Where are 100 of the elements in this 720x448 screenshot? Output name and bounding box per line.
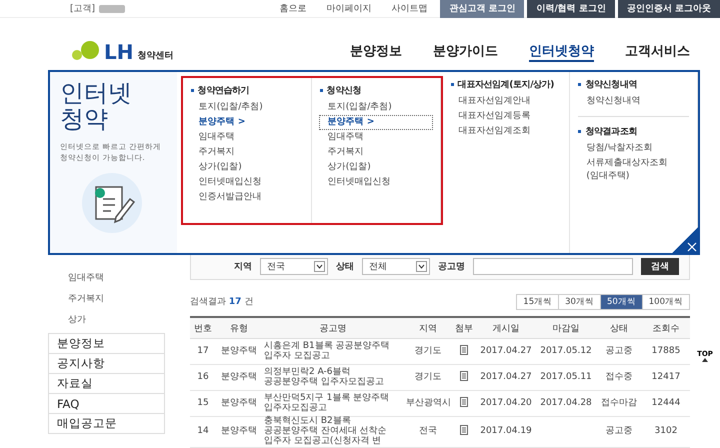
page-size-button[interactable]: 30개씩	[558, 294, 601, 310]
table-cell: 2017.04.19	[476, 416, 536, 448]
menu-item[interactable]: 서류제출대상자조회 (임대주택)	[578, 157, 690, 183]
notice-title-link[interactable]: 의정부민락2 A-6블럭 공공분양주택 입주자모집공고	[262, 364, 404, 391]
column-header: 상태	[596, 316, 642, 339]
nav-item[interactable]: 분양정보	[350, 42, 402, 62]
nav-item[interactable]: 분양가이드	[433, 42, 498, 62]
menu-item[interactable]: 주거복지	[320, 146, 364, 159]
search-button[interactable]: 검색	[641, 258, 679, 276]
sidebar-item[interactable]: 매입공고문	[48, 413, 165, 434]
menu-item[interactable]: 대표자선임계조회	[450, 125, 531, 138]
menu-item[interactable]: 주거복지	[190, 146, 235, 159]
page-size-button[interactable]: 100개씩	[642, 294, 690, 310]
menu-item[interactable]: 토지(입찰/추첨)	[190, 101, 263, 114]
menu-heading: 청약연습하기	[190, 84, 303, 97]
table-cell: 3102	[642, 416, 690, 448]
customer-label: [고객]	[70, 3, 96, 15]
menu-title: 인터넷	[60, 80, 133, 106]
table-cell: 2017.05.12	[536, 338, 596, 365]
column-header: 첨부	[452, 316, 476, 339]
chevron-down-icon	[416, 261, 427, 272]
menu-item[interactable]: 임대주택	[320, 131, 364, 144]
menu-heading: 청약신청내역	[578, 78, 690, 91]
column-header: 공고명	[262, 316, 404, 339]
notice-title-link[interactable]: 시흥은계 B1블록 공공분양주택 입주자 모집공고	[262, 338, 404, 365]
login-button[interactable]: 공인인증서 로그아웃	[618, 0, 720, 18]
nav-item[interactable]: 인터넷청약	[529, 42, 594, 62]
table-cell: 14	[190, 416, 216, 448]
menu-item[interactable]: 인터넷매입신청	[190, 176, 262, 189]
sidebar-item[interactable]: 공지사항	[48, 353, 165, 374]
menu-item[interactable]: 대표자선임계안내	[450, 95, 531, 108]
menu-item[interactable]: 임대주택	[190, 131, 235, 144]
menu-item[interactable]: 대표자선임계등록	[450, 110, 531, 123]
menu-heading: 대표자선임계(토지/상가)	[450, 78, 562, 91]
top-link[interactable]: 마이페이지	[326, 2, 372, 15]
table-cell: 분양주택	[216, 338, 262, 365]
table-cell: 12417	[642, 364, 690, 391]
menu-title: 청약	[60, 106, 109, 133]
menu-item[interactable]: 청약신청내역	[578, 95, 640, 108]
menu-item[interactable]: 분양주택 >	[190, 116, 246, 129]
notice-title-link[interactable]: 부산만덕5지구 1블록 분양주택 입주자모집공고	[262, 390, 404, 417]
logo-text: 청약센터	[137, 50, 174, 62]
page-size-button[interactable]: 50개씩	[600, 294, 643, 310]
top-link[interactable]: 홈으로	[279, 2, 306, 15]
menu-item[interactable]: 토지(입찰/추첨)	[320, 101, 392, 114]
document-icon[interactable]	[460, 396, 468, 407]
table-cell: 2017.04.28	[536, 390, 596, 417]
result-count: 검색결과 17 건	[190, 296, 254, 308]
menu-item[interactable]: 인터넷매입신청	[320, 176, 391, 189]
document-icon[interactable]	[460, 370, 468, 381]
table-cell: 2017.04.27	[476, 364, 536, 391]
sidebar-subitem[interactable]: 상가	[48, 309, 165, 330]
field-label: 상태	[336, 261, 354, 274]
page-size-button[interactable]: 15개씩	[516, 294, 560, 310]
menu-item[interactable]: 당첨/낙찰자조회	[578, 142, 652, 155]
sidebar-item[interactable]: 자료실	[48, 373, 165, 394]
menu-heading: 청약결과조회	[578, 125, 690, 138]
table-cell: 분양주택	[216, 364, 262, 391]
nav-item[interactable]: 고객서비스	[625, 42, 690, 62]
field-label: 공고명	[438, 261, 465, 274]
dropdown[interactable]: 전체	[362, 258, 430, 276]
redacted-name	[99, 4, 126, 12]
up-arrow-icon	[702, 358, 708, 362]
notice-title-link[interactable]: 충북혁신도시 B2블록 공공분양주택 잔여세대 선착순 입주자 모집공고(신청자격 변	[262, 416, 404, 448]
column-header: 조회수	[642, 316, 690, 339]
table-cell: 접수마감	[596, 390, 642, 417]
table-cell: 분양주택	[216, 416, 262, 448]
top-link[interactable]: 사이트맵	[391, 2, 428, 15]
sidebar-item[interactable]: 분양정보	[48, 333, 165, 354]
field-label: 지역	[234, 261, 252, 274]
table-cell: 공고중	[596, 338, 642, 365]
menu-item[interactable]: 분양주택 >	[320, 116, 432, 129]
table-cell: 분양주택	[216, 390, 262, 417]
table-cell: 15	[190, 390, 216, 417]
table-cell: 전국	[404, 416, 452, 448]
menu-item[interactable]: 상가(입찰)	[190, 161, 242, 174]
document-icon[interactable]	[460, 425, 468, 436]
logo-mark: LH	[104, 42, 134, 62]
table-cell: 부산광역시	[404, 390, 452, 417]
table-cell: 2017.04.27	[476, 338, 536, 365]
input-field[interactable]	[473, 258, 633, 276]
column-header: 유형	[216, 316, 262, 339]
sidebar-subitem[interactable]: 주거복지	[48, 288, 165, 309]
login-button[interactable]: 관심고객 로그인	[440, 0, 524, 18]
logo-leaf-icon	[70, 40, 100, 62]
menu-heading: 청약신청	[320, 84, 432, 97]
menu-item[interactable]: 인증서발급안내	[190, 191, 262, 204]
chevron-down-icon	[314, 261, 325, 272]
document-icon[interactable]	[460, 344, 468, 355]
table-cell: 17885	[642, 338, 690, 365]
dropdown[interactable]: 전국	[260, 258, 328, 276]
sidebar-item[interactable]: FAQ	[48, 393, 165, 414]
menu-item[interactable]: 상가(입찰)	[320, 161, 371, 174]
column-header: 마감일	[536, 316, 596, 339]
column-header: 번호	[190, 316, 216, 339]
table-cell: 16	[190, 364, 216, 391]
login-button[interactable]: 이력/협력 로그인	[527, 0, 615, 18]
table-cell: 경기도	[404, 338, 452, 365]
table-cell: 공고중	[596, 416, 642, 448]
sidebar-subitem[interactable]: 임대주택	[48, 267, 165, 288]
